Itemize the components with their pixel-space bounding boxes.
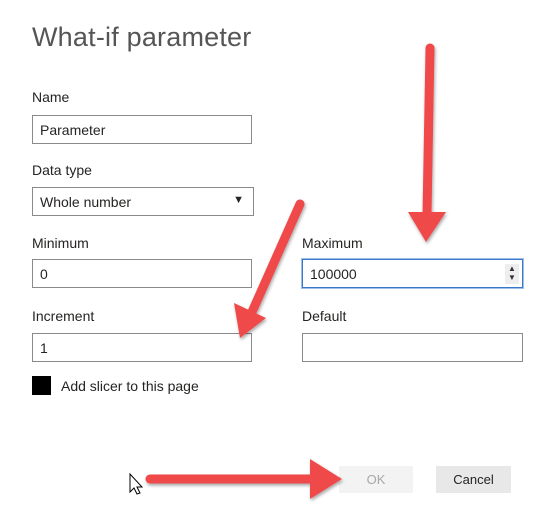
arrow-to-increment — [234, 199, 305, 338]
annotation-arrows — [129, 43, 446, 499]
arrow-to-ok — [145, 459, 342, 499]
mouse-pointer-icon — [129, 472, 144, 495]
arrow-to-maximum — [408, 43, 446, 242]
